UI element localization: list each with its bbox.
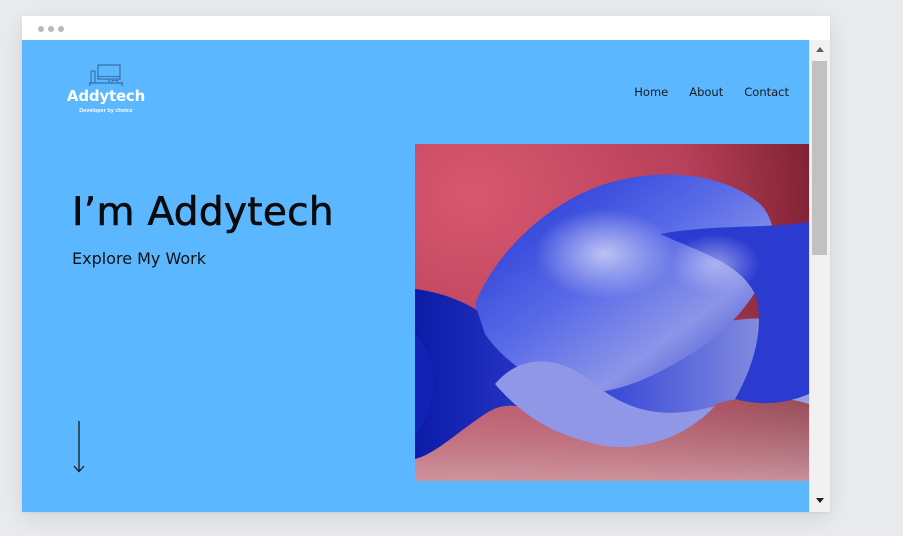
hero-title: I’m Addytech bbox=[72, 190, 334, 236]
window-control-dot[interactable] bbox=[58, 26, 64, 32]
page-viewport: Addytech Developer by choice Home About … bbox=[22, 40, 809, 512]
brand-logo[interactable]: Addytech Developer by choice bbox=[66, 64, 146, 124]
arrow-down-icon[interactable] bbox=[72, 421, 86, 473]
computer-desk-icon bbox=[89, 64, 123, 86]
brand-tagline: Developer by choice bbox=[79, 108, 133, 114]
scrollbar-thumb[interactable] bbox=[812, 61, 827, 255]
nav-link-about[interactable]: About bbox=[689, 85, 723, 99]
hero-subtitle: Explore My Work bbox=[72, 249, 206, 268]
nav-link-home[interactable]: Home bbox=[634, 85, 668, 99]
browser-window: Addytech Developer by choice Home About … bbox=[22, 16, 830, 512]
window-control-dot[interactable] bbox=[38, 26, 44, 32]
hero-image bbox=[415, 144, 809, 481]
brand-name: Addytech bbox=[66, 87, 146, 105]
nav-link-contact[interactable]: Contact bbox=[744, 85, 789, 99]
window-control-dot[interactable] bbox=[48, 26, 54, 32]
window-titlebar bbox=[22, 16, 830, 41]
vertical-scrollbar[interactable] bbox=[809, 40, 830, 512]
scroll-up-icon[interactable] bbox=[816, 47, 824, 52]
scroll-down-icon[interactable] bbox=[816, 498, 824, 503]
main-nav: Home About Contact bbox=[613, 85, 789, 99]
